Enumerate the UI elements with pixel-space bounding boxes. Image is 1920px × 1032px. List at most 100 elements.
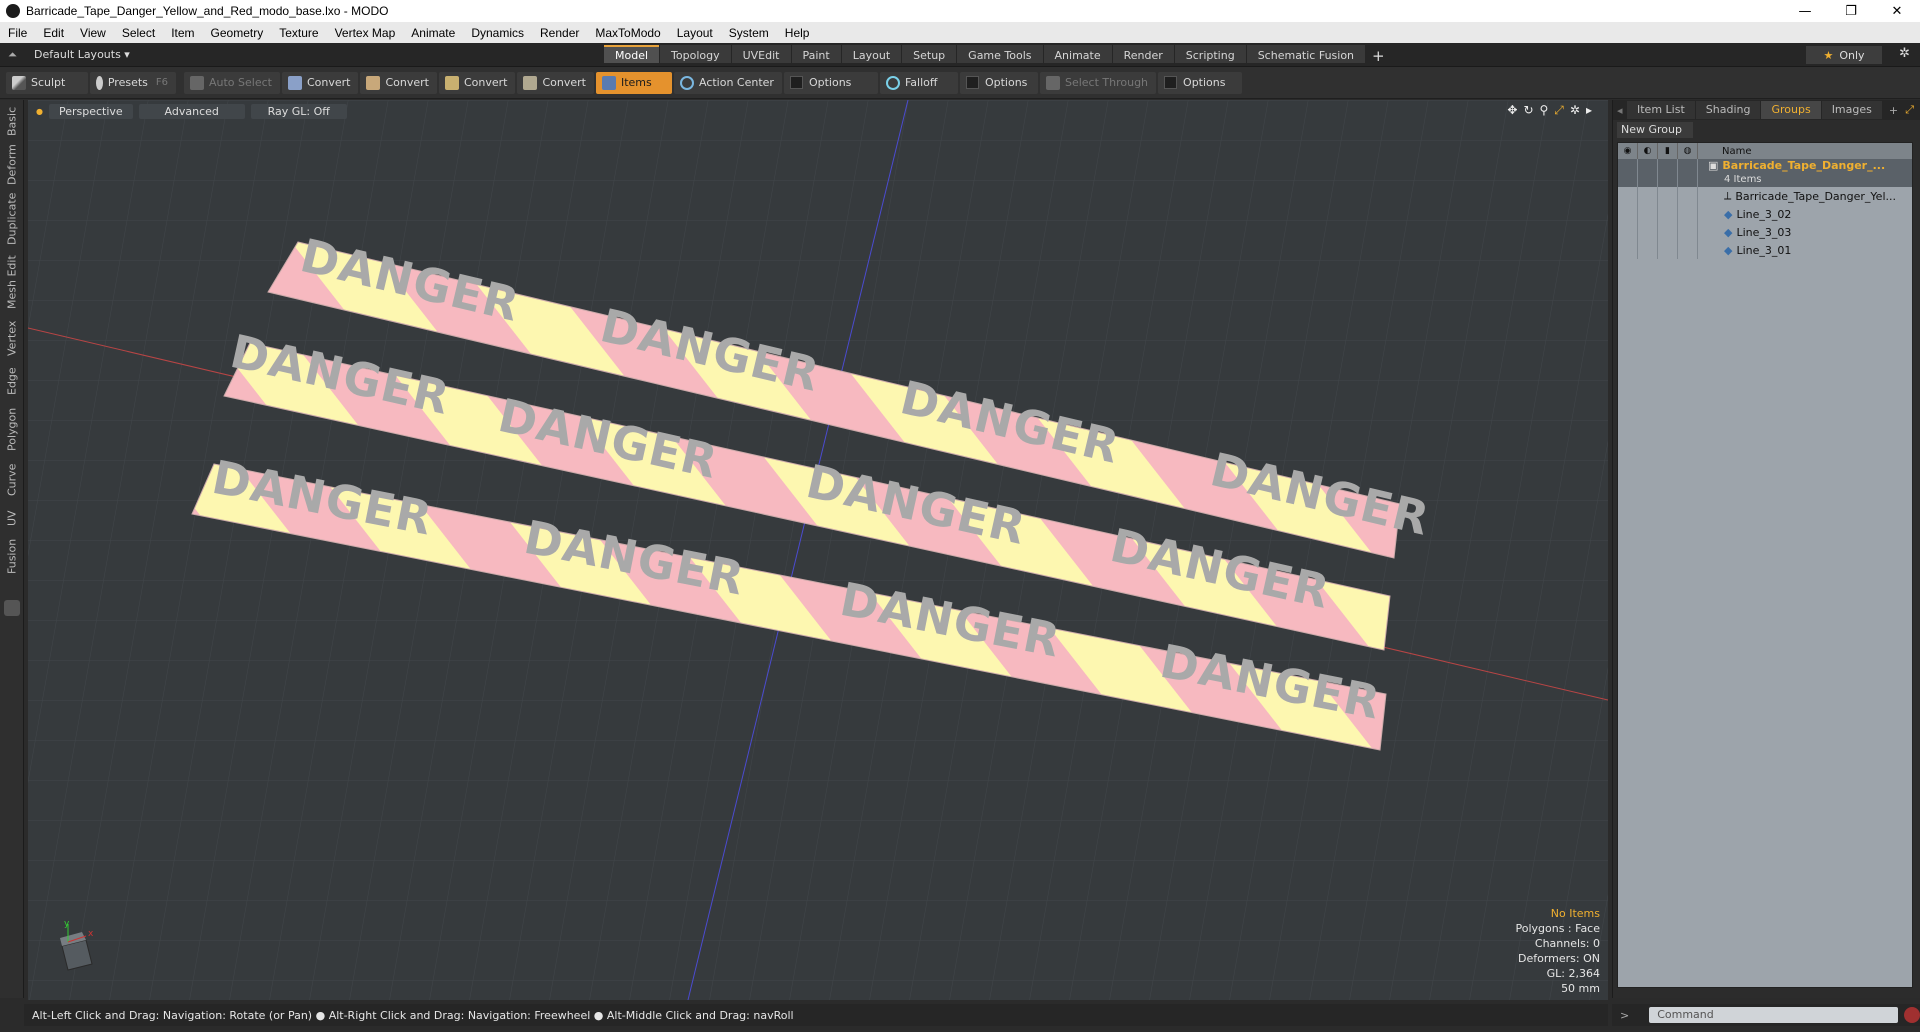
render-icon[interactable]: ◐ (1638, 143, 1658, 159)
tab-layout[interactable]: Layout (841, 45, 902, 63)
maximize-view-icon[interactable]: ⤢ (1554, 103, 1564, 118)
advanced-button[interactable]: Advanced (138, 103, 245, 119)
convert-polygons-button[interactable]: Convert (438, 71, 516, 94)
groups-list-header: ◉ ◐ ▮ ◍ Name (1618, 143, 1912, 159)
vtab-uv[interactable]: UV (2, 506, 22, 530)
menu-system[interactable]: System (721, 26, 777, 40)
tab-render[interactable]: Render (1112, 45, 1174, 63)
vtab-deform[interactable]: Deform (2, 144, 22, 186)
expand-arrow-icon[interactable]: ▸ (1586, 103, 1592, 118)
menu-view[interactable]: View (72, 26, 114, 40)
vtab-edge[interactable]: Edge (2, 364, 22, 398)
panel-menu-icon[interactable]: ◂ (1613, 104, 1627, 117)
only-button[interactable]: ★ Only (1806, 46, 1882, 64)
tab-model[interactable]: Model (604, 45, 660, 63)
options-checkbox[interactable] (1164, 76, 1178, 89)
menu-file[interactable]: File (0, 26, 35, 40)
command-stop-icon[interactable] (1904, 1007, 1920, 1023)
menu-dynamics[interactable]: Dynamics (463, 26, 532, 40)
strip-toggle-button[interactable] (4, 600, 20, 616)
vtab-curve[interactable]: Curve (2, 460, 22, 500)
tab-schematic-fusion[interactable]: Schematic Fusion (1246, 45, 1366, 63)
menu-select[interactable]: Select (114, 26, 163, 40)
name-column-header[interactable]: Name (1698, 146, 1752, 157)
settings-icon[interactable]: ✲ (1570, 103, 1580, 118)
vtab-duplicate[interactable]: Duplicate (2, 192, 22, 246)
action-center-button[interactable]: Action Center (673, 71, 782, 94)
falloff-options-button[interactable]: Options (959, 71, 1038, 94)
group-row[interactable]: ▣ Barricade_Tape_Danger_... 4 Items (1618, 159, 1912, 187)
viewport-header: ● Perspective Advanced Ray GL: Off (28, 100, 1608, 122)
tab-shading[interactable]: Shading (1695, 101, 1761, 119)
close-button[interactable]: ✕ (1874, 0, 1920, 22)
visibility-eye-icon[interactable]: ◉ (1618, 143, 1638, 159)
tab-setup[interactable]: Setup (902, 45, 957, 63)
auto-select-button[interactable]: Auto Select (184, 71, 280, 94)
vtab-vertex[interactable]: Vertex (2, 318, 22, 358)
menu-edit[interactable]: Edit (35, 26, 72, 40)
menu-layout[interactable]: Layout (669, 26, 721, 40)
convert-materials-button[interactable]: Convert (517, 71, 594, 94)
zoom-icon[interactable]: ⚲ (1540, 103, 1549, 118)
only-label: Only (1839, 48, 1865, 62)
options-checkbox[interactable] (789, 76, 803, 89)
select-through-button[interactable]: Select Through (1039, 71, 1157, 94)
options-label: Options (1183, 76, 1226, 89)
add-panel-tab-button[interactable]: + (1883, 104, 1904, 117)
action-center-options-button[interactable]: Options (783, 71, 878, 94)
maximize-button[interactable]: ❐ (1828, 0, 1874, 22)
panel-maximize-icon[interactable]: ⤢ (1905, 103, 1914, 117)
tab-animate[interactable]: Animate (1043, 45, 1112, 63)
tab-uvedit[interactable]: UVEdit (731, 45, 791, 63)
add-tab-button[interactable]: + (1366, 45, 1391, 65)
menu-vertex-map[interactable]: Vertex Map (327, 26, 404, 40)
menu-texture[interactable]: Texture (271, 26, 326, 40)
tab-game-tools[interactable]: Game Tools (957, 45, 1043, 63)
tab-images[interactable]: Images (1821, 101, 1882, 119)
tab-item-list[interactable]: Item List (1627, 101, 1695, 119)
list-item[interactable]: ◆ Line_3_01 (1618, 241, 1912, 259)
select-through-options-button[interactable]: Options (1158, 71, 1243, 94)
perspective-button[interactable]: Perspective (48, 103, 133, 119)
menu-geometry[interactable]: Geometry (203, 26, 272, 40)
tab-scripting[interactable]: Scripting (1174, 45, 1246, 63)
gear-icon[interactable]: ✲ (1899, 46, 1910, 61)
vtab-polygon[interactable]: Polygon (2, 404, 22, 454)
viewport-menu-icon[interactable]: ● (36, 107, 43, 116)
convert-edges-button[interactable]: Convert (360, 71, 437, 94)
menu-maxtomodo[interactable]: MaxToModo (587, 26, 668, 40)
action-center-icon (679, 75, 694, 90)
list-item[interactable]: ◆ Line_3_02 (1618, 205, 1912, 223)
convert-vertices-button[interactable]: Convert (281, 71, 359, 94)
falloff-button[interactable]: Falloff (879, 71, 958, 94)
menu-render[interactable]: Render (532, 26, 587, 40)
default-layouts-dropdown[interactable]: ⏶ Default Layouts ▾ (8, 48, 130, 62)
lock-icon[interactable]: ▮ (1658, 143, 1678, 159)
vtab-fusion[interactable]: Fusion (2, 536, 22, 576)
rotate-icon[interactable]: ↻ (1523, 103, 1533, 118)
select-icon[interactable]: ◍ (1678, 143, 1698, 159)
new-group-button[interactable]: New Group (1617, 122, 1693, 138)
menu-help[interactable]: Help (777, 26, 818, 40)
layout-bar: ⏶ Default Layouts ▾ Model Topology UVEdi… (0, 43, 1920, 67)
vtab-mesh-edit[interactable]: Mesh Edit (2, 252, 22, 312)
tab-paint[interactable]: Paint (791, 45, 841, 63)
sculpt-button[interactable]: Sculpt (6, 71, 88, 94)
minimize-button[interactable]: — (1782, 0, 1828, 22)
presets-button[interactable]: Presets F6 (90, 71, 176, 94)
list-item[interactable]: ⟂ Barricade_Tape_Danger_Yel... (1618, 187, 1912, 205)
pan-icon[interactable]: ✥ (1507, 103, 1517, 118)
menu-item[interactable]: Item (163, 26, 202, 40)
viewport-scene[interactable]: DANGER DANGER DANGER DANGER DANGER DANGE… (28, 100, 1608, 1000)
menu-animate[interactable]: Animate (403, 26, 463, 40)
raygl-button[interactable]: Ray GL: Off (250, 103, 347, 119)
options-checkbox[interactable] (965, 76, 979, 89)
tab-groups[interactable]: Groups (1761, 101, 1821, 119)
tab-topology[interactable]: Topology (660, 45, 731, 63)
action-center-label: Action Center (698, 76, 774, 89)
vtab-basic[interactable]: Basic (2, 104, 22, 138)
command-input[interactable]: Command (1649, 1007, 1899, 1023)
list-item[interactable]: ◆ Line_3_03 (1618, 223, 1912, 241)
3d-viewport[interactable]: DANGER DANGER DANGER DANGER DANGER DANGE… (28, 100, 1608, 1000)
items-mode-button[interactable]: Items (595, 71, 672, 94)
